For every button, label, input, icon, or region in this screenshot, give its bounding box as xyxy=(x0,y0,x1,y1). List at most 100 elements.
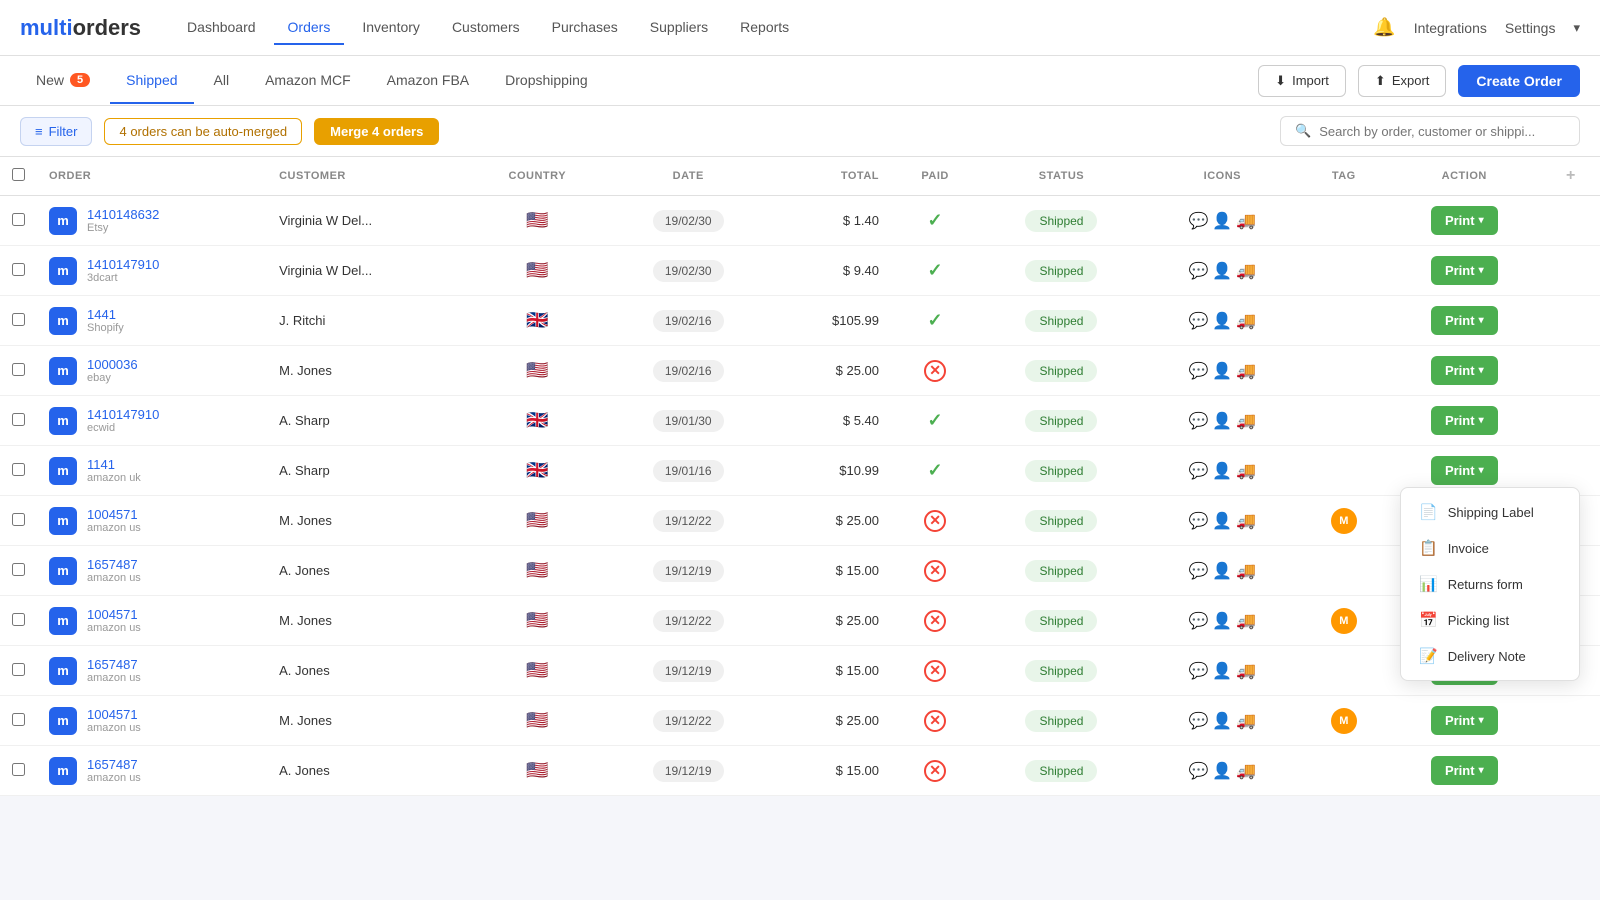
order-number[interactable]: 1410147910 xyxy=(87,257,159,272)
order-number[interactable]: 1000036 xyxy=(87,357,138,372)
row-checkbox[interactable] xyxy=(0,646,37,696)
settings-chevron-icon[interactable]: ▾ xyxy=(1573,20,1580,36)
row-order-cell: m 1657487 amazon us xyxy=(37,546,267,596)
tab-amazon-fba[interactable]: Amazon FBA xyxy=(371,58,485,104)
row-tag xyxy=(1301,346,1387,396)
tab-shipped[interactable]: Shipped xyxy=(110,58,193,104)
row-country: 🇺🇸 xyxy=(468,546,608,596)
row-customer: A. Sharp xyxy=(267,446,467,496)
dropdown-item-picking-list[interactable]: 📅 Picking list xyxy=(1401,602,1579,638)
row-tag xyxy=(1301,646,1387,696)
row-total: $105.99 xyxy=(769,296,891,346)
row-total: $ 9.40 xyxy=(769,246,891,296)
order-info: 1441 Shopify xyxy=(87,307,124,334)
row-checkbox[interactable] xyxy=(0,346,37,396)
filter-icon: ≡ xyxy=(35,124,43,139)
print-button[interactable]: Print ▾ xyxy=(1431,756,1498,785)
nav-link-customers[interactable]: Customers xyxy=(438,11,534,45)
table-row: m 1410147910 ecwid A. Sharp 🇬🇧 19/01/30 … xyxy=(0,396,1600,446)
order-number[interactable]: 1004571 xyxy=(87,607,138,622)
col-date: DATE xyxy=(607,157,769,196)
row-checkbox[interactable] xyxy=(0,696,37,746)
nav-link-purchases[interactable]: Purchases xyxy=(538,11,632,45)
row-checkbox[interactable] xyxy=(0,546,37,596)
nav-link-suppliers[interactable]: Suppliers xyxy=(636,11,722,45)
row-checkbox[interactable] xyxy=(0,496,37,546)
row-checkbox[interactable] xyxy=(0,196,37,246)
nav-link-dashboard[interactable]: Dashboard xyxy=(173,11,270,45)
order-number[interactable]: 1410148632 xyxy=(87,207,159,222)
row-paid: ✓ xyxy=(891,246,979,296)
order-info: 1410148632 Etsy xyxy=(87,207,159,234)
row-tag: M xyxy=(1301,596,1387,646)
row-customer: M. Jones xyxy=(267,346,467,396)
print-button[interactable]: Print ▾ xyxy=(1431,456,1498,485)
row-total: $ 25.00 xyxy=(769,346,891,396)
row-date: 19/02/16 xyxy=(607,296,769,346)
order-number[interactable]: 1141 xyxy=(87,457,115,472)
order-number[interactable]: 1657487 xyxy=(87,757,138,772)
row-checkbox[interactable] xyxy=(0,246,37,296)
order-info: 1000036 ebay xyxy=(87,357,138,384)
row-checkbox[interactable] xyxy=(0,396,37,446)
import-icon: ⬇ xyxy=(1275,73,1286,89)
nav-integrations[interactable]: Integrations xyxy=(1414,20,1487,36)
print-button[interactable]: Print ▾ xyxy=(1431,256,1498,285)
tab-new-badge: 5 xyxy=(70,73,90,87)
create-order-button[interactable]: Create Order xyxy=(1458,65,1580,97)
row-checkbox[interactable] xyxy=(0,296,37,346)
export-icon: ⬆ xyxy=(1375,73,1386,89)
order-source: Etsy xyxy=(87,222,159,234)
logo[interactable]: multiorders xyxy=(20,15,141,41)
row-order-cell: m 1000036 ebay xyxy=(37,346,267,396)
order-number[interactable]: 1004571 xyxy=(87,707,138,722)
order-source: amazon uk xyxy=(87,472,141,484)
row-status: Shipped xyxy=(979,296,1144,346)
print-button[interactable]: Print ▾ xyxy=(1431,706,1498,735)
order-source: amazon us xyxy=(87,722,141,734)
row-icons: 💬👤🚚 xyxy=(1144,646,1301,696)
nav-link-orders[interactable]: Orders xyxy=(274,11,345,45)
export-button[interactable]: ⬆ Export xyxy=(1358,65,1446,97)
row-checkbox[interactable] xyxy=(0,446,37,496)
tab-amazon-mcf[interactable]: Amazon MCF xyxy=(249,58,367,104)
tab-all[interactable]: All xyxy=(198,58,246,104)
tab-new[interactable]: New 5 xyxy=(20,58,106,104)
col-status: STATUS xyxy=(979,157,1144,196)
col-add[interactable]: + xyxy=(1542,157,1600,196)
nav-settings[interactable]: Settings xyxy=(1505,20,1556,36)
row-total: $ 15.00 xyxy=(769,746,891,796)
print-button[interactable]: Print ▾ xyxy=(1431,306,1498,335)
nav-link-inventory[interactable]: Inventory xyxy=(348,11,434,45)
order-number[interactable]: 1410147910 xyxy=(87,407,159,422)
order-number[interactable]: 1441 xyxy=(87,307,116,322)
row-customer: Virginia W Del... xyxy=(267,246,467,296)
row-customer: M. Jones xyxy=(267,696,467,746)
order-number[interactable]: 1004571 xyxy=(87,507,138,522)
search-input[interactable] xyxy=(1319,124,1565,139)
row-country: 🇺🇸 xyxy=(468,496,608,546)
dropdown-item-delivery-note[interactable]: 📝 Delivery Note xyxy=(1401,638,1579,674)
tab-dropshipping[interactable]: Dropshipping xyxy=(489,58,604,104)
merge-orders-button[interactable]: Merge 4 orders xyxy=(314,118,439,145)
print-button[interactable]: Print ▾ xyxy=(1431,406,1498,435)
import-button[interactable]: ⬇ Import xyxy=(1258,65,1346,97)
row-checkbox[interactable] xyxy=(0,746,37,796)
order-number[interactable]: 1657487 xyxy=(87,557,138,572)
dropdown-item-shipping-label[interactable]: 📄 Shipping Label xyxy=(1401,494,1579,530)
filter-button[interactable]: ≡ Filter xyxy=(20,117,92,146)
row-order-cell: m 1141 amazon uk xyxy=(37,446,267,496)
notification-icon[interactable]: 🔔 xyxy=(1373,17,1395,38)
dropdown-item-returns-form[interactable]: 📊 Returns form xyxy=(1401,566,1579,602)
row-paid: ✕ xyxy=(891,746,979,796)
row-date: 19/02/30 xyxy=(607,196,769,246)
print-button[interactable]: Print ▾ xyxy=(1431,206,1498,235)
print-button[interactable]: Print ▾ xyxy=(1431,356,1498,385)
nav-link-reports[interactable]: Reports xyxy=(726,11,803,45)
row-extra xyxy=(1542,746,1600,796)
select-all-checkbox[interactable] xyxy=(12,168,25,181)
row-country: 🇬🇧 xyxy=(468,396,608,446)
row-checkbox[interactable] xyxy=(0,596,37,646)
order-number[interactable]: 1657487 xyxy=(87,657,138,672)
dropdown-item-invoice[interactable]: 📋 Invoice xyxy=(1401,530,1579,566)
